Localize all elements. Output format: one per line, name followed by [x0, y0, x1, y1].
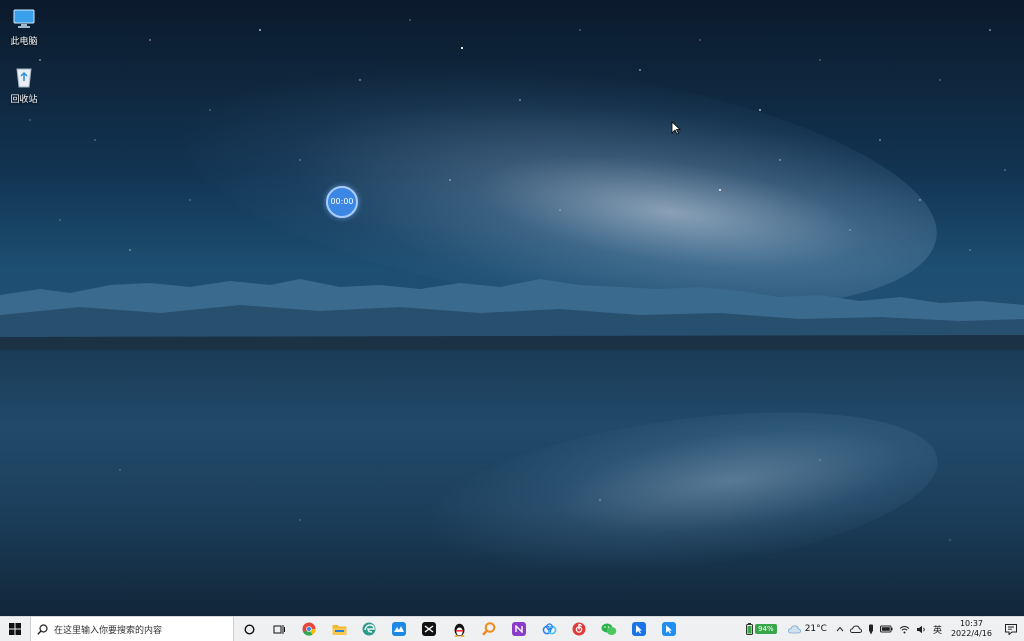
mouse-pointer-icon — [671, 121, 681, 135]
show-hidden-icons-button[interactable] — [830, 617, 847, 641]
taskbar-app-wechat[interactable] — [594, 617, 624, 641]
taskbar-app-file-explorer[interactable] — [324, 617, 354, 641]
feishu-icon — [632, 622, 646, 636]
taskbar-app-blue[interactable] — [384, 617, 414, 641]
taskbar-clock[interactable]: 10:37 2022/4/16 — [945, 619, 998, 639]
weather-widget[interactable]: 21°C — [780, 617, 830, 641]
recycle-bin-icon — [11, 64, 37, 90]
speaker-icon — [916, 625, 925, 633]
qq-penguin-icon — [454, 623, 464, 637]
start-button[interactable] — [0, 617, 30, 641]
taskbar-app-onenote[interactable] — [504, 617, 534, 641]
battery-tray[interactable] — [877, 617, 896, 641]
pen-tray[interactable] — [865, 617, 877, 641]
search-icon — [37, 623, 48, 635]
taskbar-app-dingtalk[interactable] — [654, 617, 684, 641]
taskbar-app-capcut[interactable] — [414, 617, 444, 641]
wifi-icon — [899, 625, 910, 633]
blue-app-icon — [392, 622, 406, 636]
floating-timer-widget[interactable]: 00:00 — [326, 186, 358, 218]
taskbar-app-baidu-netdisk[interactable] — [534, 617, 564, 641]
desktop-icon-label: 回收站 — [10, 95, 38, 105]
wallpaper-stars — [29, 19, 1006, 541]
action-center-button[interactable] — [998, 617, 1024, 641]
cortana-button[interactable] — [234, 617, 264, 641]
chrome-icon — [302, 622, 316, 636]
magnifier-app-icon — [482, 622, 496, 636]
computer-icon — [11, 6, 37, 32]
taskbar-app-qq[interactable] — [444, 617, 474, 641]
system-tray: 94% 21°C 英 10:37 2022/4/16 — [743, 617, 1024, 641]
input-method-indicator[interactable]: 英 — [930, 617, 945, 641]
desktop-icon-recycle-bin[interactable]: 回收站 — [0, 64, 48, 105]
notification-icon — [1005, 623, 1017, 635]
clock-time: 10:37 — [959, 619, 984, 628]
taskbar-app-feishu[interactable] — [624, 617, 654, 641]
cortana-circle-icon — [243, 623, 255, 635]
clock-date: 2022/4/16 — [950, 629, 992, 638]
wifi-tray[interactable] — [896, 617, 913, 641]
weather-temperature: 21°C — [804, 624, 827, 634]
battery-percent: 94% — [755, 624, 777, 634]
battery-horizontal-icon — [879, 625, 893, 633]
chevron-up-icon — [836, 626, 844, 632]
taskbar-app-search-tool[interactable] — [474, 617, 504, 641]
desktop-icon-this-pc[interactable]: 此电脑 — [0, 6, 48, 47]
dingtalk-icon — [662, 622, 676, 636]
music-icon — [572, 622, 586, 636]
cloud-weather-icon — [787, 624, 801, 633]
capcut-icon — [422, 622, 436, 636]
taskbar: 在这里输入你要搜索的内容 94% 21°C 英 10:37 2022/4/16 — [0, 616, 1024, 641]
volume-tray[interactable] — [913, 617, 930, 641]
pen-icon — [868, 624, 873, 634]
battery-indicator[interactable]: 94% — [743, 617, 780, 641]
taskbar-app-netease-music[interactable] — [564, 617, 594, 641]
onenote-icon — [512, 622, 526, 636]
windows-logo-icon — [9, 623, 21, 635]
taskbar-app-chrome[interactable] — [294, 617, 324, 641]
search-placeholder: 在这里输入你要搜索的内容 — [54, 625, 163, 636]
desktop-icon-label: 此电脑 — [10, 37, 38, 47]
task-view-icon — [273, 624, 285, 634]
battery-icon — [746, 623, 754, 635]
wechat-icon — [601, 623, 617, 635]
taskbar-search-box[interactable]: 在这里输入你要搜索的内容 — [30, 617, 234, 641]
onedrive-tray[interactable] — [847, 617, 865, 641]
task-view-button[interactable] — [264, 617, 294, 641]
desktop-wallpaper: 此电脑 回收站 00:00 — [0, 0, 1024, 616]
edge-icon — [362, 622, 376, 636]
taskbar-app-edge[interactable] — [354, 617, 384, 641]
onedrive-cloud-icon — [850, 625, 862, 633]
folder-icon — [332, 624, 346, 635]
cloud-drive-icon — [542, 622, 556, 634]
